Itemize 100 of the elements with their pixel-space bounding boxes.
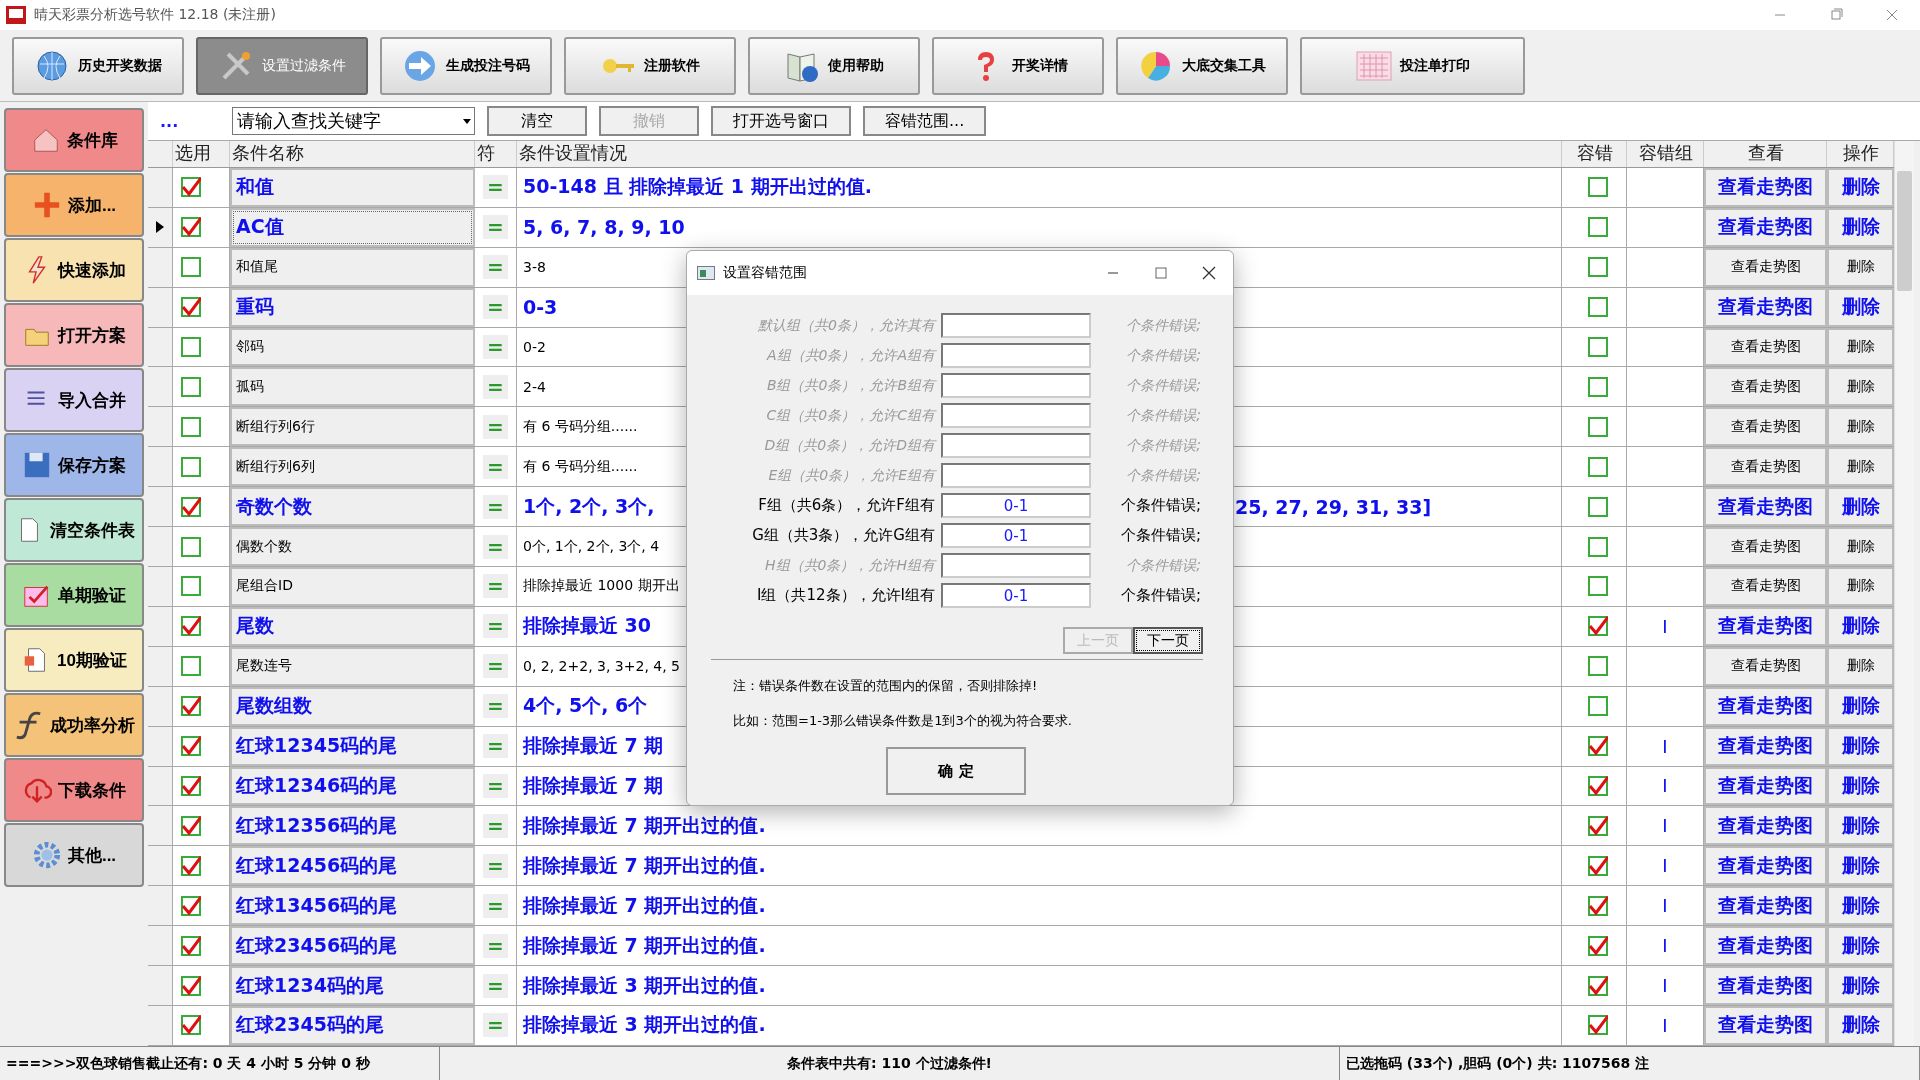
delete-button[interactable]: 删除 <box>1827 886 1894 926</box>
condition-name[interactable]: 和值 <box>230 167 475 207</box>
delete-button[interactable]: 删除 <box>1827 527 1894 566</box>
condition-name[interactable]: 和值尾 <box>230 247 475 287</box>
toolbar-button[interactable]: 清空 <box>487 106 587 136</box>
checkbox[interactable] <box>181 257 201 278</box>
checkbox[interactable] <box>181 935 201 956</box>
checkbox[interactable] <box>181 1015 201 1036</box>
trend-chart-button[interactable]: 查看走势图 <box>1704 766 1827 806</box>
trend-chart-button[interactable]: 查看走势图 <box>1704 407 1827 447</box>
checkbox[interactable] <box>181 536 201 557</box>
trend-chart-button[interactable]: 查看走势图 <box>1704 966 1827 1005</box>
delete-button[interactable]: 删除 <box>1827 766 1894 806</box>
trend-chart-button[interactable]: 查看走势图 <box>1704 567 1827 606</box>
trend-chart-button[interactable]: 查看走势图 <box>1704 367 1827 407</box>
sidebar-button[interactable]: 快速添加 <box>4 238 144 302</box>
checkbox[interactable] <box>181 736 201 757</box>
trend-chart-button[interactable]: 查看走势图 <box>1704 247 1827 287</box>
condition-name[interactable]: 红球13456码的尾 <box>230 886 475 926</box>
condition-name[interactable]: 偶数个数 <box>230 527 475 566</box>
delete-button[interactable]: 删除 <box>1827 846 1894 886</box>
checkbox[interactable] <box>1588 536 1608 557</box>
checkbox[interactable] <box>181 376 201 397</box>
checkbox[interactable] <box>1588 576 1608 597</box>
trend-chart-button[interactable]: 查看走势图 <box>1704 846 1827 886</box>
trend-chart-button[interactable]: 查看走势图 <box>1704 646 1827 686</box>
trend-chart-button[interactable]: 查看走势图 <box>1704 926 1827 966</box>
sidebar-button[interactable]: 单期验证 <box>4 563 144 627</box>
checkbox[interactable] <box>181 855 201 876</box>
page-button[interactable]: 下一页 <box>1133 627 1203 654</box>
trend-chart-button[interactable]: 查看走势图 <box>1704 487 1827 527</box>
condition-name[interactable]: 断组行列6列 <box>230 447 475 487</box>
delete-button[interactable]: 删除 <box>1827 606 1894 646</box>
checkbox[interactable] <box>181 776 201 796</box>
delete-button[interactable]: 删除 <box>1827 806 1894 846</box>
checkbox[interactable] <box>181 496 201 517</box>
toolbar-button[interactable]: 生成投注号码 <box>380 36 552 95</box>
toolbar-button[interactable]: 容错范围... <box>863 106 987 136</box>
checkbox[interactable] <box>1588 656 1608 677</box>
condition-name[interactable]: 尾数 <box>230 606 475 646</box>
checkbox[interactable] <box>181 815 201 836</box>
checkbox[interactable] <box>181 217 201 238</box>
checkbox[interactable] <box>1588 257 1608 278</box>
delete-button[interactable]: 删除 <box>1827 247 1894 287</box>
delete-button[interactable]: 删除 <box>1827 926 1894 966</box>
trend-chart-button[interactable]: 查看走势图 <box>1704 886 1827 926</box>
toolbar-button[interactable]: 大底交集工具 <box>1116 36 1288 95</box>
condition-name[interactable]: 邻码 <box>230 327 475 367</box>
toolbar-button[interactable]: 注册软件 <box>564 36 736 95</box>
checkbox[interactable] <box>1588 1015 1608 1036</box>
trend-chart-button[interactable]: 查看走势图 <box>1704 686 1827 726</box>
checkbox[interactable] <box>1588 337 1608 357</box>
checkbox[interactable] <box>1588 815 1608 836</box>
checkbox[interactable] <box>181 416 201 437</box>
checkbox[interactable] <box>181 456 201 477</box>
checkbox[interactable] <box>1588 935 1608 956</box>
condition-name[interactable]: 红球12456码的尾 <box>230 846 475 886</box>
condition-name[interactable]: 尾组合ID <box>230 567 475 606</box>
condition-name[interactable]: 奇数个数 <box>230 487 475 527</box>
sidebar-button[interactable]: 条件库 <box>4 108 144 172</box>
trend-chart-button[interactable]: 查看走势图 <box>1704 726 1827 766</box>
condition-name[interactable]: 尾数组数 <box>230 686 475 726</box>
checkbox[interactable] <box>1588 975 1608 996</box>
trend-chart-button[interactable]: 查看走势图 <box>1704 167 1827 207</box>
delete-button[interactable]: 删除 <box>1827 726 1894 766</box>
condition-name[interactable]: 红球2345码的尾 <box>230 1005 475 1045</box>
delete-button[interactable]: 删除 <box>1827 646 1894 686</box>
trend-chart-button[interactable]: 查看走势图 <box>1704 606 1827 646</box>
checkbox[interactable] <box>181 656 201 677</box>
delete-button[interactable]: 删除 <box>1827 167 1894 207</box>
toolbar-button[interactable]: 开奖详情 <box>932 36 1104 95</box>
toolbar-button[interactable]: 历史开奖数据 <box>12 36 184 95</box>
delete-button[interactable]: 删除 <box>1827 367 1894 407</box>
trend-chart-button[interactable]: 查看走势图 <box>1704 327 1827 367</box>
delete-button[interactable]: 删除 <box>1827 287 1894 327</box>
sidebar-button[interactable]: 添加... <box>4 173 144 237</box>
checkbox[interactable] <box>181 576 201 597</box>
condition-name[interactable]: 红球12356码的尾 <box>230 806 475 846</box>
trend-chart-button[interactable]: 查看走势图 <box>1704 207 1827 247</box>
checkbox[interactable] <box>1588 177 1608 198</box>
sidebar-button[interactable]: 导入合并 <box>4 368 144 432</box>
input-field[interactable]: 0-1 <box>941 523 1091 548</box>
checkbox[interactable] <box>1588 696 1608 717</box>
checkbox[interactable] <box>1588 376 1608 397</box>
ok-button[interactable]: 确 定 <box>886 747 1026 795</box>
toolbar-button[interactable]: 投注单打印 <box>1300 36 1525 95</box>
delete-button[interactable]: 删除 <box>1827 966 1894 1005</box>
more-button[interactable]: ... <box>160 111 220 131</box>
delete-button[interactable]: 删除 <box>1827 447 1894 487</box>
delete-button[interactable]: 删除 <box>1827 407 1894 447</box>
input-field[interactable]: 0-1 <box>941 493 1091 518</box>
checkbox[interactable] <box>1588 616 1608 637</box>
checkbox[interactable] <box>1588 776 1608 796</box>
checkbox[interactable] <box>181 975 201 996</box>
toolbar-button[interactable]: 打开选号窗口 <box>711 106 851 136</box>
sidebar-button[interactable]: 成功率分析 <box>4 693 144 757</box>
delete-button[interactable]: 删除 <box>1827 1005 1894 1045</box>
checkbox[interactable] <box>1588 496 1608 517</box>
checkbox[interactable] <box>1588 855 1608 876</box>
checkbox[interactable] <box>1588 297 1608 318</box>
